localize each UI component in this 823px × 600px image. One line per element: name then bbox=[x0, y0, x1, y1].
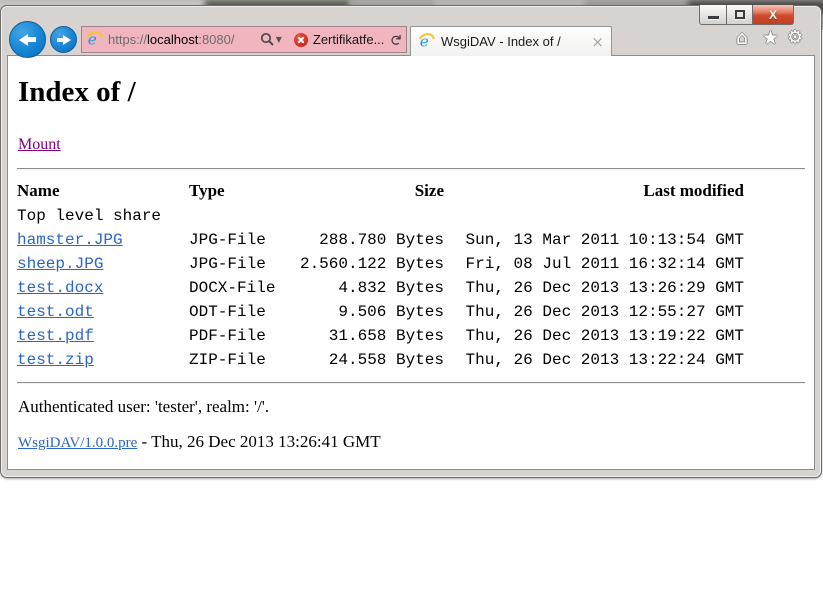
url-port: :8080/ bbox=[198, 32, 234, 47]
column-header-type: Type bbox=[189, 178, 299, 204]
ie-page-icon: e bbox=[86, 31, 103, 48]
authenticated-user-line: Authenticated user: 'tester', realm: '/'… bbox=[18, 397, 805, 417]
file-modified-cell: Sun, 13 Mar 2011 10:13:54 GMT bbox=[444, 228, 744, 252]
file-name-cell: hamster.JPG bbox=[17, 228, 189, 252]
file-modified-cell: Thu, 26 Dec 2013 13:26:29 GMT bbox=[444, 276, 744, 300]
file-type-cell: ODT-File bbox=[189, 300, 299, 324]
browser-window: X e https://localhost:8080/ ▼ Zertifikat… bbox=[0, 5, 822, 478]
file-type-cell: PDF-File bbox=[189, 324, 299, 348]
certificate-error-badge[interactable]: Zertifikatfe... bbox=[294, 32, 385, 47]
file-name-cell: sheep.JPG bbox=[17, 252, 189, 276]
file-modified-cell: Thu, 26 Dec 2013 13:19:22 GMT bbox=[444, 324, 744, 348]
file-type-cell: JPG-File bbox=[189, 252, 299, 276]
url-scheme: https:// bbox=[108, 32, 147, 47]
search-icon[interactable] bbox=[260, 32, 275, 47]
divider bbox=[17, 382, 805, 384]
page-viewport: Index of / Mount Name Type Size Last mod… bbox=[7, 55, 815, 470]
table-row: test.docx DOCX-File4.832 BytesThu, 26 Dec… bbox=[17, 276, 744, 300]
url-host: localhost bbox=[147, 32, 198, 47]
file-size-cell: 288.780 Bytes bbox=[299, 228, 444, 252]
file-name-cell: test.zip bbox=[17, 348, 189, 372]
server-signature-line: WsgiDAV/1.0.0.pre - Thu, 26 Dec 2013 13:… bbox=[18, 432, 805, 452]
back-arrow-icon bbox=[19, 34, 36, 46]
table-header-row: Name Type Size Last modified bbox=[17, 178, 744, 204]
minimize-button[interactable] bbox=[699, 5, 727, 25]
forward-arrow-icon bbox=[57, 35, 71, 45]
column-header-size: Size bbox=[299, 178, 444, 204]
close-button[interactable]: X bbox=[753, 5, 794, 25]
file-name-cell: test.docx bbox=[17, 276, 189, 300]
mount-link[interactable]: Mount bbox=[18, 136, 61, 154]
file-type-cell: ZIP-File bbox=[189, 348, 299, 372]
window-caption-buttons: X bbox=[699, 5, 794, 25]
home-icon[interactable]: ⌂ bbox=[736, 27, 748, 49]
file-size-cell: 2.560.122 Bytes bbox=[299, 252, 444, 276]
column-header-modified: Last modified bbox=[444, 178, 744, 204]
tab-favicon: e bbox=[418, 33, 435, 50]
file-size-cell: 24.558 Bytes bbox=[299, 348, 444, 372]
file-link[interactable]: hamster.JPG bbox=[17, 231, 123, 249]
share-label: Top level share bbox=[17, 204, 744, 228]
file-link[interactable]: sheep.JPG bbox=[17, 255, 103, 273]
column-header-name: Name bbox=[17, 178, 189, 204]
chevron-down-icon[interactable]: ▼ bbox=[276, 35, 282, 44]
settings-gear-icon[interactable]: ⚙ bbox=[787, 27, 803, 49]
restore-icon bbox=[735, 10, 745, 19]
address-bar-controls: ▼ Zertifikatfe... ↻ bbox=[260, 31, 402, 49]
minimize-icon bbox=[708, 16, 719, 19]
url-text[interactable]: https://localhost:8080/ bbox=[108, 32, 235, 47]
file-link[interactable]: test.odt bbox=[17, 303, 94, 321]
tab-title: WsgiDAV - Index of / bbox=[441, 34, 587, 49]
table-row: sheep.JPG JPG-File2.560.122 BytesFri, 08 … bbox=[17, 252, 744, 276]
file-table: Name Type Size Last modified Top level s… bbox=[17, 178, 744, 372]
directory-index-page: Index of / Mount Name Type Size Last mod… bbox=[8, 76, 814, 452]
file-type-cell: DOCX-File bbox=[189, 276, 299, 300]
refresh-icon[interactable]: ↻ bbox=[387, 33, 405, 46]
table-row: test.zip ZIP-File24.558 BytesThu, 26 Dec … bbox=[17, 348, 744, 372]
page-title: Index of / bbox=[18, 76, 805, 109]
back-button[interactable] bbox=[9, 21, 46, 58]
file-size-cell: 31.658 Bytes bbox=[299, 324, 444, 348]
close-icon: X bbox=[769, 8, 777, 22]
file-size-cell: 9.506 Bytes bbox=[299, 300, 444, 324]
file-link[interactable]: test.zip bbox=[17, 351, 94, 369]
divider bbox=[17, 168, 805, 170]
file-link[interactable]: test.docx bbox=[17, 279, 103, 297]
file-size-cell: 4.832 Bytes bbox=[299, 276, 444, 300]
wsgidav-version-link[interactable]: WsgiDAV/1.0.0.pre bbox=[18, 435, 137, 451]
tab-close-icon[interactable]: × bbox=[591, 33, 604, 51]
file-type-cell: JPG-File bbox=[189, 228, 299, 252]
server-timestamp: - Thu, 26 Dec 2013 13:26:41 GMT bbox=[137, 432, 380, 451]
file-link[interactable]: test.pdf bbox=[17, 327, 94, 345]
file-modified-cell: Thu, 26 Dec 2013 12:55:27 GMT bbox=[444, 300, 744, 324]
table-row: test.odt ODT-File9.506 BytesThu, 26 Dec 2… bbox=[17, 300, 744, 324]
restore-button[interactable] bbox=[727, 5, 753, 25]
share-label-row: Top level share bbox=[17, 204, 744, 228]
file-modified-cell: Fri, 08 Jul 2011 16:32:14 GMT bbox=[444, 252, 744, 276]
file-name-cell: test.pdf bbox=[17, 324, 189, 348]
file-modified-cell: Thu, 26 Dec 2013 13:22:24 GMT bbox=[444, 348, 744, 372]
favorites-star-icon[interactable]: ★ bbox=[762, 27, 779, 49]
browser-tab[interactable]: e WsgiDAV - Index of / × bbox=[410, 26, 612, 56]
table-row: hamster.JPG JPG-File288.780 BytesSun, 13 … bbox=[17, 228, 744, 252]
certificate-error-icon bbox=[294, 33, 308, 47]
file-table-body: Top level share hamster.JPG JPG-File288.7… bbox=[17, 204, 744, 372]
certificate-error-label: Zertifikatfe... bbox=[313, 32, 385, 47]
table-row: test.pdf PDF-File31.658 BytesThu, 26 Dec … bbox=[17, 324, 744, 348]
forward-button[interactable] bbox=[50, 26, 77, 53]
address-bar[interactable]: e https://localhost:8080/ ▼ Zertifikatfe… bbox=[81, 26, 407, 53]
file-name-cell: test.odt bbox=[17, 300, 189, 324]
